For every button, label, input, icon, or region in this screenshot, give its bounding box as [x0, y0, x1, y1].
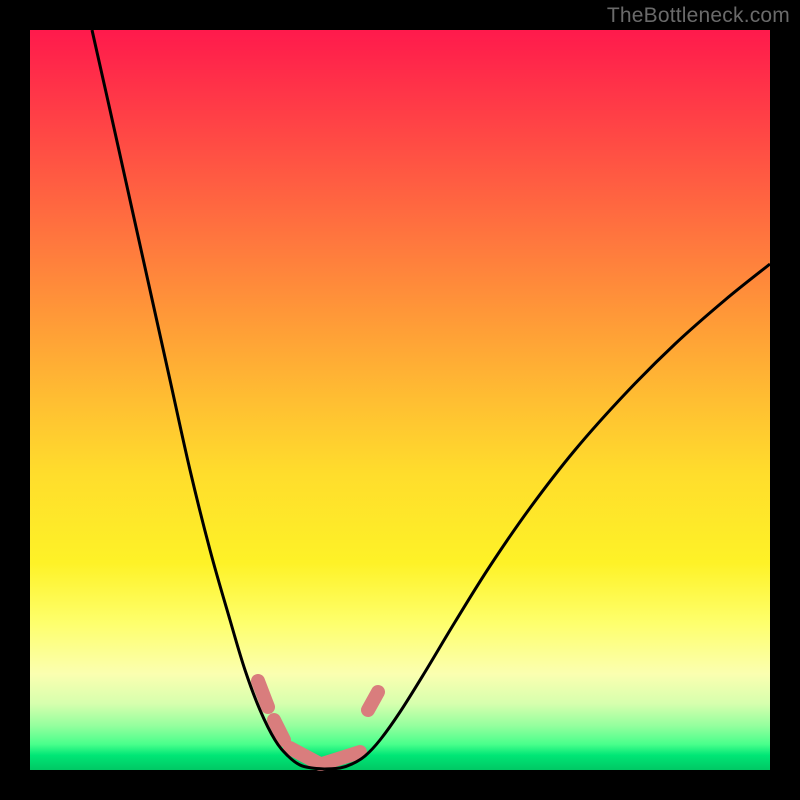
curve-right-branch [325, 264, 770, 769]
highlight-dash [274, 720, 284, 740]
curve-left-branch [92, 30, 325, 769]
watermark-text: TheBottleneck.com [607, 4, 790, 28]
highlight-dash-group [258, 681, 378, 764]
highlight-dash [368, 692, 378, 710]
highlight-dash [258, 681, 268, 707]
chart-svg [30, 30, 770, 770]
